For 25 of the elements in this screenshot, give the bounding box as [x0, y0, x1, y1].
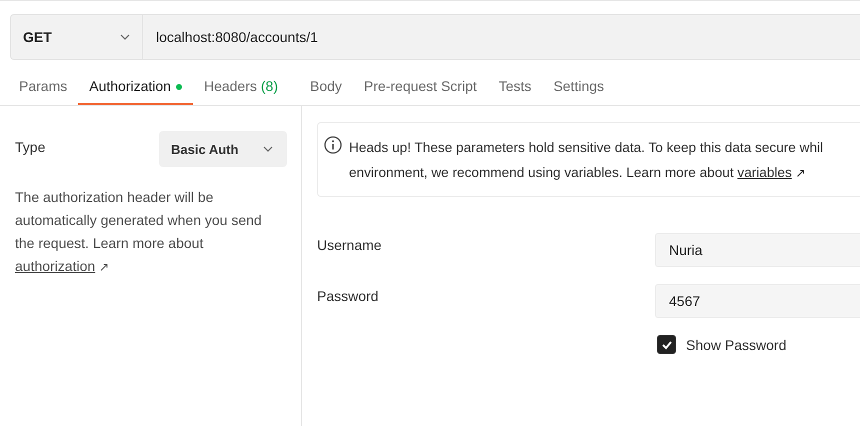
external-link-icon: ↗	[796, 166, 806, 180]
type-label: Type	[15, 139, 46, 155]
checkbox-label: Show Password	[686, 336, 786, 352]
tab[interactable]: Pre-request Script	[352, 74, 488, 105]
tab-count: (8)	[260, 78, 278, 94]
notice-text: environment, we recommend using variables. Learn more about	[349, 165, 734, 180]
tab[interactable]: Body	[299, 74, 353, 105]
caret-icon	[263, 146, 273, 152]
authorization-link[interactable]: authorization	[15, 258, 96, 274]
input-field[interactable]: 4567	[655, 284, 860, 318]
tab[interactable]: Settings	[542, 74, 616, 105]
auth-type-dropdown[interactable]: Basic Auth	[159, 131, 287, 167]
tab[interactable]: Headers (8)	[192, 74, 289, 105]
tab[interactable]: Params	[8, 74, 78, 105]
variables-link[interactable]: variables	[737, 165, 792, 180]
info-icon	[324, 136, 342, 154]
field-label: Username	[317, 236, 383, 253]
tab[interactable]: Tests	[488, 74, 542, 105]
checkbox[interactable]	[657, 335, 676, 354]
field-label: Password	[317, 287, 380, 304]
tab[interactable]: Authorization	[78, 74, 193, 105]
auth-description: The authorization header will be automatically generated when you send the request. Learn more about authorization ↗	[15, 188, 263, 276]
notice-text: Heads up! These parameters hold sensitive data. To keep this data secure whil	[349, 139, 824, 157]
input-field[interactable]: Nuria	[655, 233, 860, 267]
external-link-icon: ↗	[99, 260, 110, 274]
